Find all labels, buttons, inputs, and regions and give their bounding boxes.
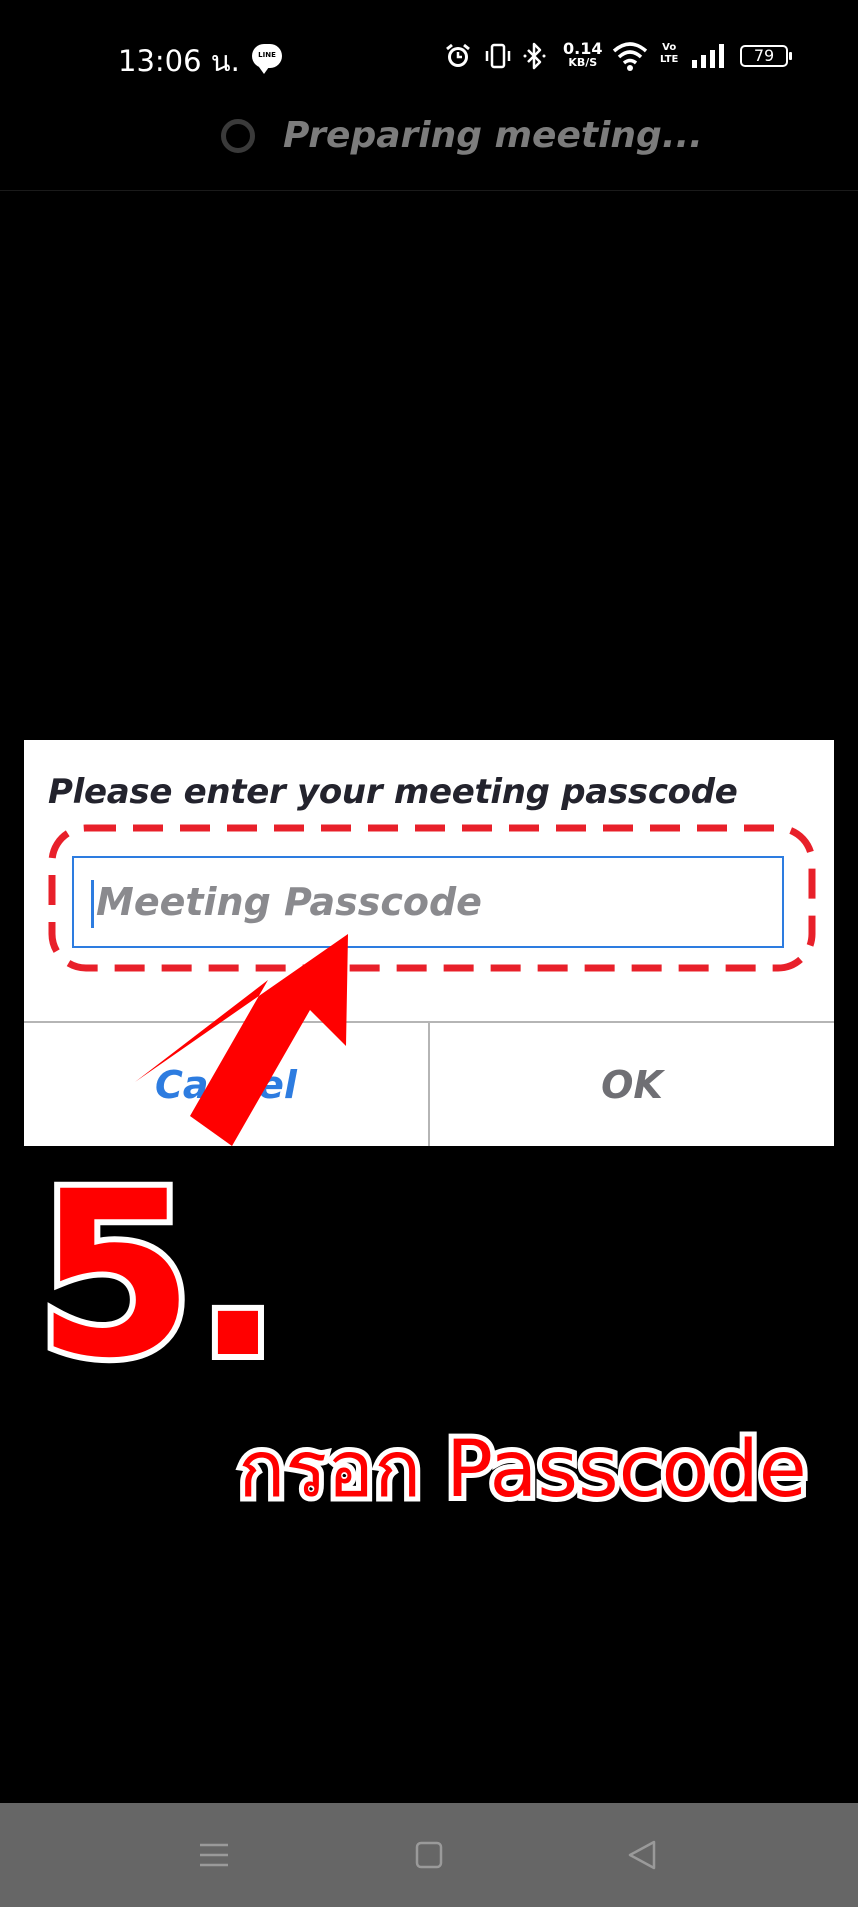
bluetooth-icon: [523, 42, 546, 70]
home-icon[interactable]: [413, 1839, 445, 1871]
meeting-status-text: Preparing meeting...: [283, 115, 703, 156]
step-number: 5.: [36, 1142, 281, 1408]
meeting-status-bar: Preparing meeting...: [0, 100, 858, 191]
volte-top: Vo: [662, 42, 677, 53]
network-speed: 0.14 KB/S: [563, 39, 603, 70]
wifi-icon: [612, 42, 648, 71]
passcode-dialog: Please enter your meeting passcode Meeti…: [24, 740, 834, 1146]
menu-icon[interactable]: [198, 1839, 230, 1871]
ok-button[interactable]: OK: [430, 1023, 834, 1146]
loading-spinner-icon: [221, 119, 255, 153]
text-caret: [91, 880, 94, 928]
battery-icon: 79: [740, 45, 792, 67]
battery-level: 79: [753, 46, 775, 65]
line-app-label: LINE: [258, 51, 276, 59]
dialog-title: Please enter your meeting passcode: [48, 772, 738, 812]
volte-bottom: LTE: [660, 54, 679, 65]
status-bar: 13:06 น. LINE 0.14 KB/S Vo LTE 79: [0, 0, 858, 115]
passcode-placeholder: Meeting Passcode: [96, 880, 482, 924]
cancel-button[interactable]: Cancel: [24, 1023, 428, 1146]
network-speed-value: 0.14: [563, 39, 603, 58]
signal-icon: [692, 44, 724, 68]
meeting-passcode-input[interactable]: Meeting Passcode: [72, 856, 784, 948]
volte-indicator: Vo LTE: [660, 42, 678, 66]
navigation-bar: [0, 1803, 858, 1907]
alarm-icon: [446, 43, 470, 67]
vibrate-icon: [485, 43, 511, 69]
back-icon[interactable]: [626, 1839, 658, 1871]
status-time: 13:06 น.: [118, 44, 240, 78]
step-instruction: กรอก Passcode: [238, 1425, 807, 1515]
line-app-icon: LINE: [252, 44, 282, 74]
network-speed-unit: KB/S: [568, 56, 598, 69]
